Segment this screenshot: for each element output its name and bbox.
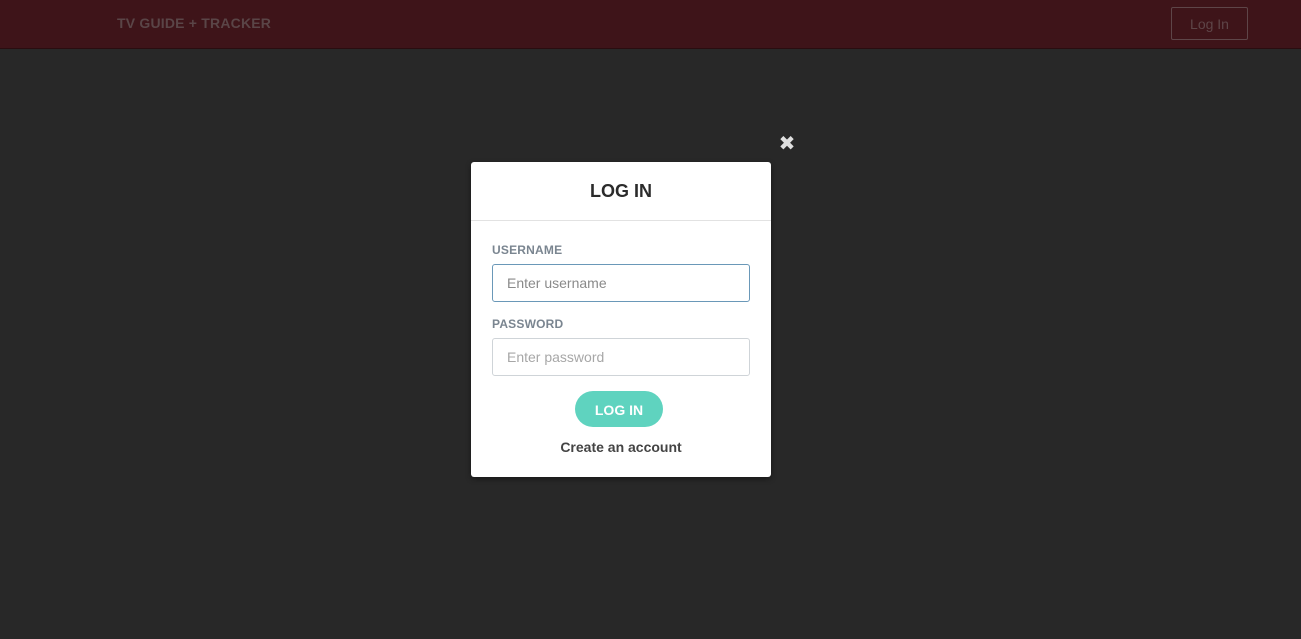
modal-title: LOG IN xyxy=(590,181,652,201)
login-modal: LOG IN USERNAME PASSWORD LOG IN Create a… xyxy=(471,162,771,477)
modal-header: LOG IN xyxy=(471,162,771,221)
top-navbar: TV GUIDE + TRACKER Log In xyxy=(0,0,1301,49)
login-submit-button[interactable]: LOG IN xyxy=(575,391,663,427)
nav-login-button[interactable]: Log In xyxy=(1171,7,1248,40)
password-input[interactable] xyxy=(492,338,750,376)
brand-logo-text[interactable]: TV GUIDE + TRACKER xyxy=(117,15,271,31)
password-label: PASSWORD xyxy=(492,317,564,331)
username-label: USERNAME xyxy=(492,243,563,257)
create-account-link[interactable]: Create an account xyxy=(471,439,771,455)
close-icon[interactable]: ✖ xyxy=(778,134,796,154)
username-input[interactable] xyxy=(492,264,750,302)
